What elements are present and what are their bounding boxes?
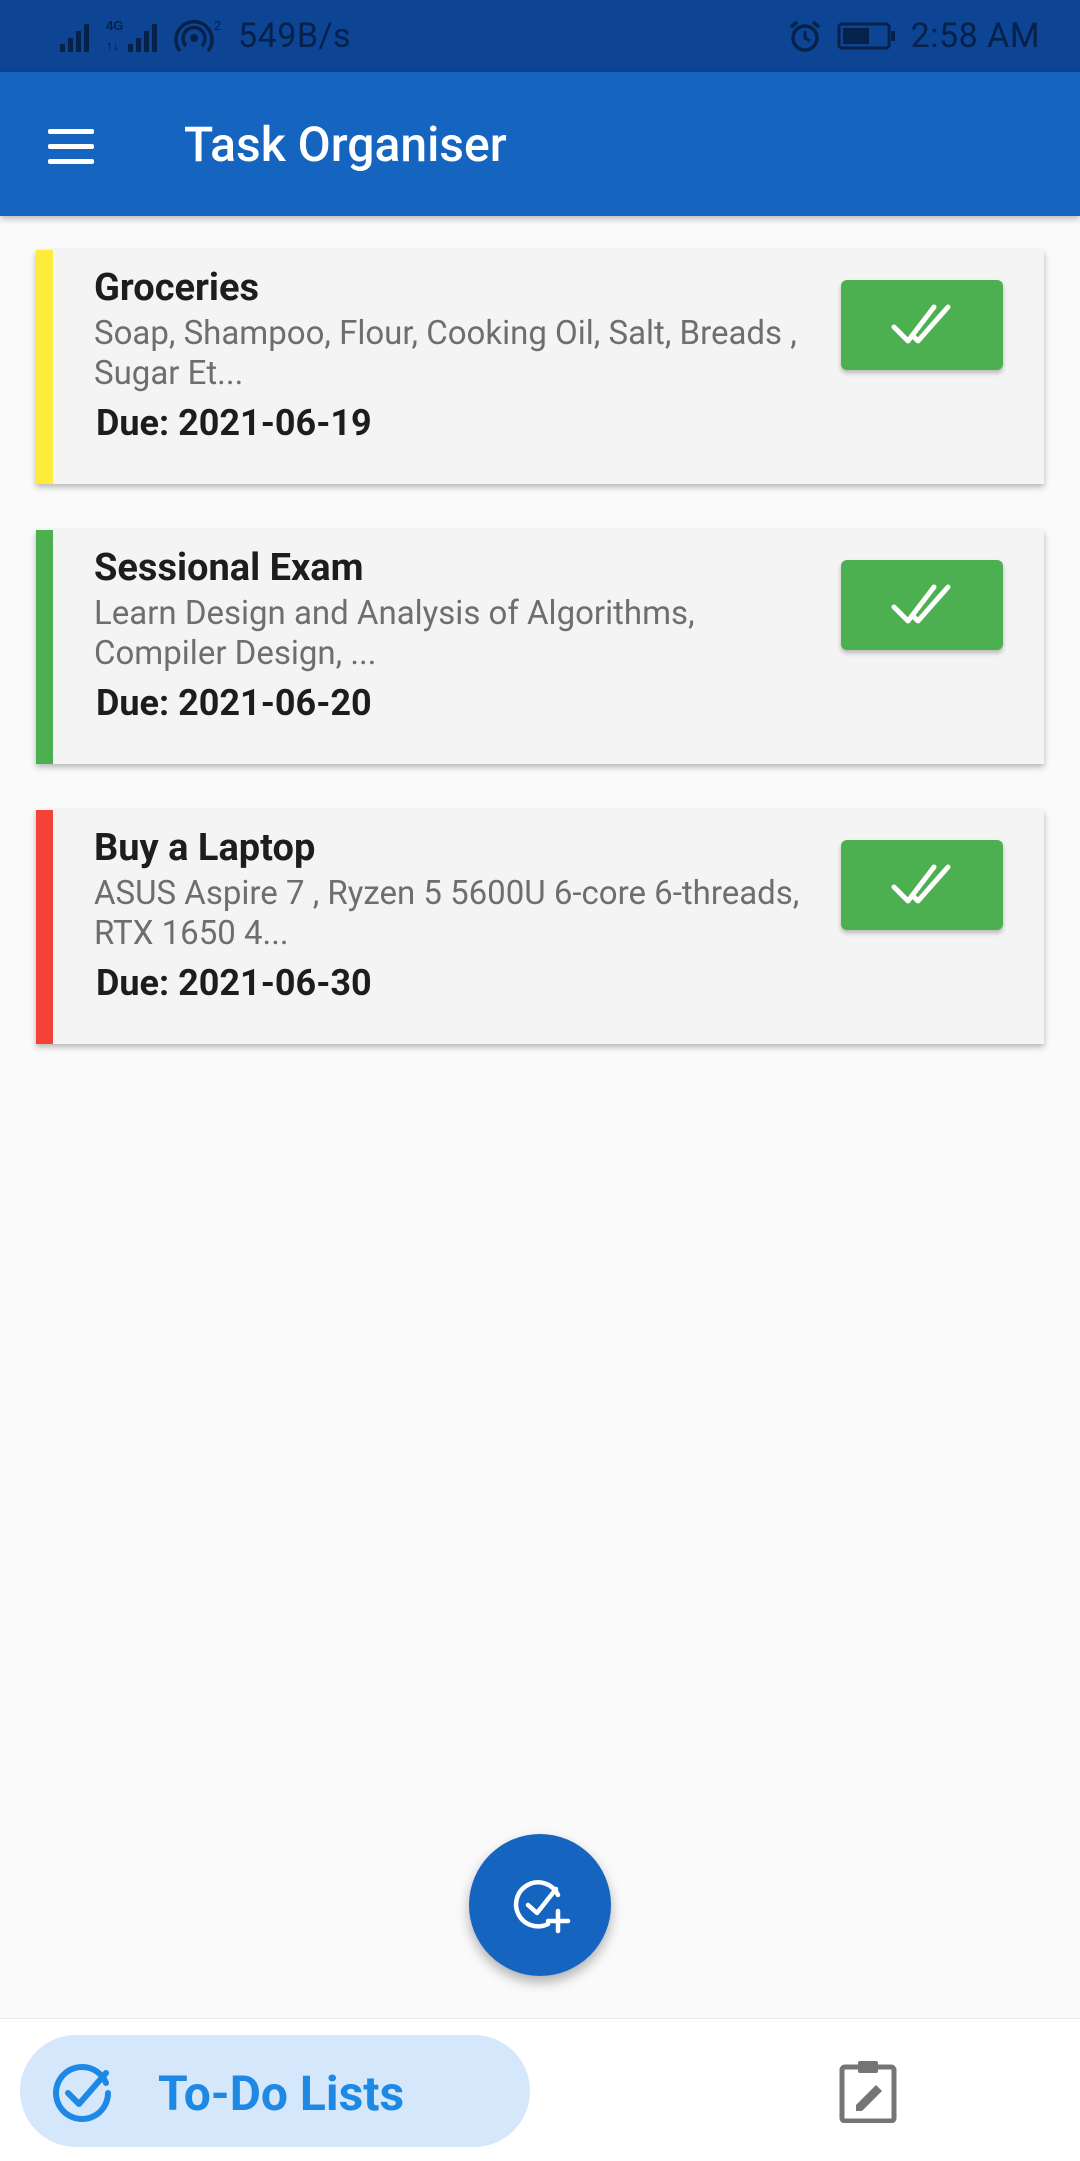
page-title: Task Organiser: [184, 116, 507, 173]
task-card[interactable]: Buy a Laptop ASUS Aspire 7 , Ryzen 5 560…: [36, 810, 1044, 1044]
alarm-icon: [789, 20, 820, 52]
battery-icon: [837, 22, 895, 50]
app-bar: Task Organiser: [0, 72, 1080, 216]
task-due-date: Due: 2021-06-19: [96, 402, 372, 444]
4g-signal-icon: 4G ↑↓: [106, 18, 157, 53]
mark-done-button[interactable]: [841, 280, 1003, 370]
task-description: Soap, Shampoo, Flour, Cooking Oil, Salt,…: [94, 314, 797, 393]
task-due-date: Due: 2021-06-30: [96, 962, 372, 1004]
checkmark-icon: [891, 584, 951, 624]
task-title: Groceries: [94, 266, 260, 310]
mark-done-button[interactable]: [841, 560, 1003, 650]
mark-done-button[interactable]: [841, 840, 1003, 930]
clipboard-edit-icon: [839, 2061, 897, 2124]
nav-item-notes[interactable]: [836, 2059, 900, 2124]
hamburger-menu-icon[interactable]: [40, 116, 100, 176]
task-title: Sessional Exam: [94, 546, 364, 590]
hotspot-icon: 2: [174, 18, 221, 53]
task-card[interactable]: Groceries Soap, Shampoo, Flour, Cooking …: [36, 250, 1044, 484]
priority-stripe: [36, 810, 53, 1044]
task-description: Learn Design and Analysis of Algorithms,…: [94, 594, 695, 673]
add-task-icon: [513, 1880, 571, 1934]
task-description: ASUS Aspire 7 , Ryzen 5 5600U 6-core 6-t…: [94, 874, 800, 953]
task-card[interactable]: Sessional Exam Learn Design and Analysis…: [36, 530, 1044, 764]
clock: 2:58 AM: [910, 16, 1040, 56]
checkmark-icon: [891, 864, 951, 904]
task-due-date: Due: 2021-06-20: [96, 682, 372, 724]
svg-text:↑↓: ↑↓: [106, 38, 119, 53]
status-bar: 4G ↑↓ 2 549B/s 2:58 AM: [0, 0, 1080, 72]
checkmark-icon: [891, 304, 951, 344]
svg-text:4G: 4G: [106, 18, 123, 33]
priority-stripe: [36, 530, 53, 764]
svg-text:2: 2: [214, 18, 221, 33]
bottom-navigation: To-Do Lists: [0, 2018, 1080, 2161]
signal-icon: [60, 24, 89, 52]
priority-stripe: [36, 250, 53, 484]
add-task-button[interactable]: [469, 1834, 611, 1976]
task-title: Buy a Laptop: [94, 826, 316, 870]
check-circle-icon: [53, 2064, 111, 2122]
network-speed: 549B/s: [238, 16, 352, 56]
nav-label: To-Do Lists: [158, 2065, 405, 2122]
nav-item-todo-lists[interactable]: To-Do Lists: [20, 2035, 530, 2147]
